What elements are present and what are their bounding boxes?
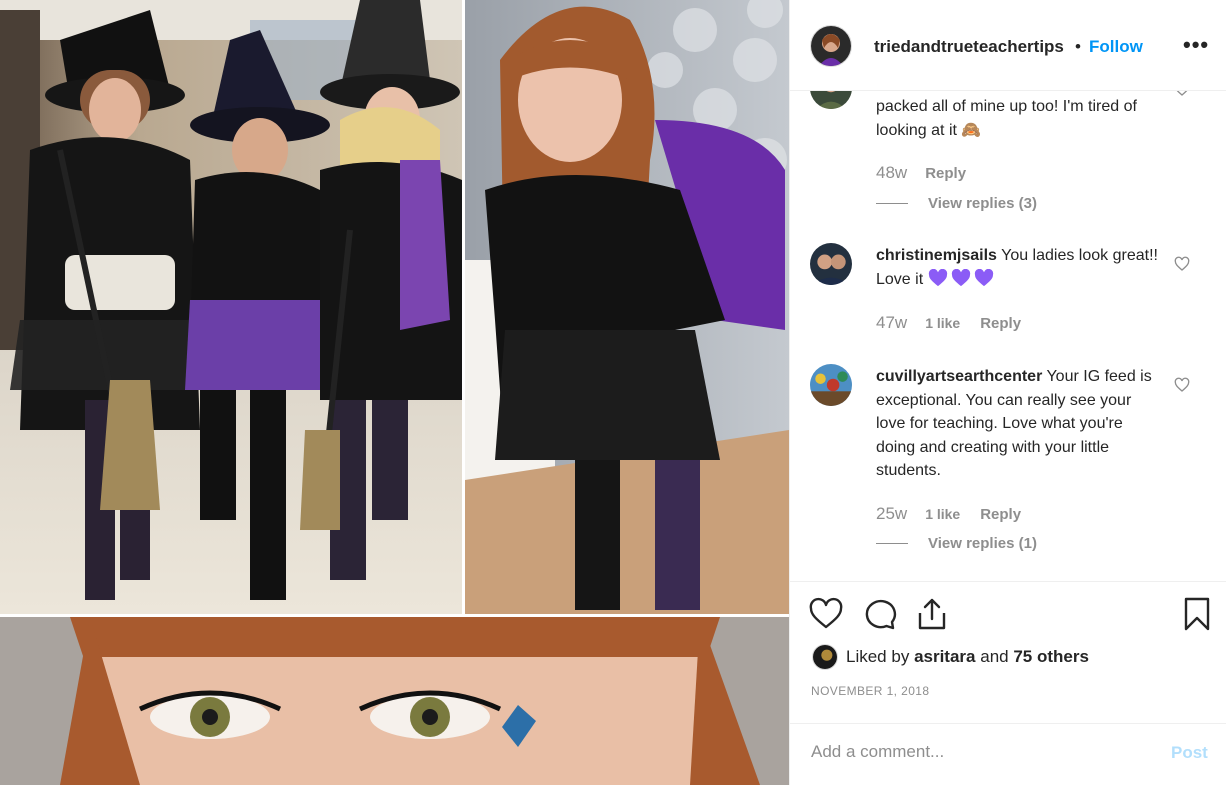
purple-heart-emojis	[928, 268, 997, 288]
commenter-avatar[interactable]	[810, 243, 852, 285]
photo-witch-braids	[465, 0, 789, 614]
bookmark-icon[interactable]	[1179, 596, 1215, 632]
commenter-username[interactable]: christinemjsails	[876, 247, 997, 264]
comment-likes[interactable]: 1 like	[925, 315, 960, 331]
purple-heart-icon	[974, 268, 993, 286]
view-replies-button[interactable]: View replies (3)	[876, 195, 1037, 212]
comment-time[interactable]: 25w	[876, 504, 907, 524]
commenter-avatar[interactable]	[810, 364, 852, 406]
comment-meta: 48w Reply	[876, 163, 966, 183]
post-date[interactable]: NOVEMBER 1, 2018	[811, 684, 929, 698]
author-avatar[interactable]	[810, 25, 852, 67]
photo-eye-closeup	[0, 617, 789, 785]
liked-by-label: Liked by	[846, 647, 910, 666]
liked-and-label: and	[980, 647, 1009, 666]
comment-text: packed all of mine up too! I'm tired of …	[876, 98, 1137, 139]
comment-meta: 47w 1 like Reply	[876, 313, 1021, 333]
view-replies-button[interactable]: View replies (1)	[876, 535, 1037, 552]
commenter-avatar[interactable]	[810, 91, 852, 109]
post-side-panel: triedandtrueteachertips • Follow ••• pac…	[789, 0, 1226, 785]
liker-avatar[interactable]	[812, 644, 838, 670]
comment-time[interactable]: 47w	[876, 313, 907, 333]
purple-heart-icon	[951, 268, 970, 286]
comment-meta: 25w 1 like Reply	[876, 504, 1021, 524]
comment-likes[interactable]: 1 like	[925, 506, 960, 522]
author-username[interactable]: triedandtrueteachertips	[874, 37, 1064, 57]
post-actions: Liked by asritara and 75 others NOVEMBER…	[790, 581, 1226, 785]
follow-button[interactable]: Follow	[1089, 37, 1143, 57]
post-media[interactable]	[0, 0, 789, 785]
heart-icon[interactable]	[808, 596, 844, 632]
comment-icon[interactable]	[862, 596, 898, 632]
commenter-username[interactable]: cuvillyartsearthcenter	[876, 368, 1042, 385]
add-comment-bar: Post	[790, 723, 1226, 785]
liked-user-link[interactable]: asritara	[914, 647, 975, 667]
likes-summary: Liked by asritara and 75 others	[812, 644, 1089, 670]
photo-three-witches	[0, 0, 462, 614]
purple-heart-icon	[928, 268, 947, 286]
liked-others-link[interactable]: 75 others	[1013, 647, 1089, 667]
post-header: triedandtrueteachertips • Follow •••	[790, 0, 1226, 91]
reply-button[interactable]: Reply	[980, 315, 1021, 332]
comment-like-icon[interactable]	[1174, 377, 1190, 393]
comment-text: christinemjsails You ladies look great!!…	[876, 247, 1158, 288]
header-separator: •	[1075, 37, 1081, 56]
reply-button[interactable]: Reply	[925, 165, 966, 182]
share-icon[interactable]	[914, 596, 950, 632]
comment-like-icon[interactable]	[1174, 91, 1190, 97]
replies-line	[876, 543, 908, 544]
comment-like-icon[interactable]	[1174, 256, 1190, 272]
comment-text: cuvillyartsearthcenter Your IG feed is e…	[876, 368, 1152, 479]
comment-time[interactable]: 48w	[876, 163, 907, 183]
reply-button[interactable]: Reply	[980, 506, 1021, 523]
more-options-icon[interactable]: •••	[1183, 32, 1209, 58]
comments-list[interactable]: packed all of mine up too! I'm tired of …	[790, 91, 1226, 581]
replies-line	[876, 203, 908, 204]
add-comment-input[interactable]	[811, 742, 1141, 762]
post-comment-button[interactable]: Post	[1171, 743, 1208, 763]
